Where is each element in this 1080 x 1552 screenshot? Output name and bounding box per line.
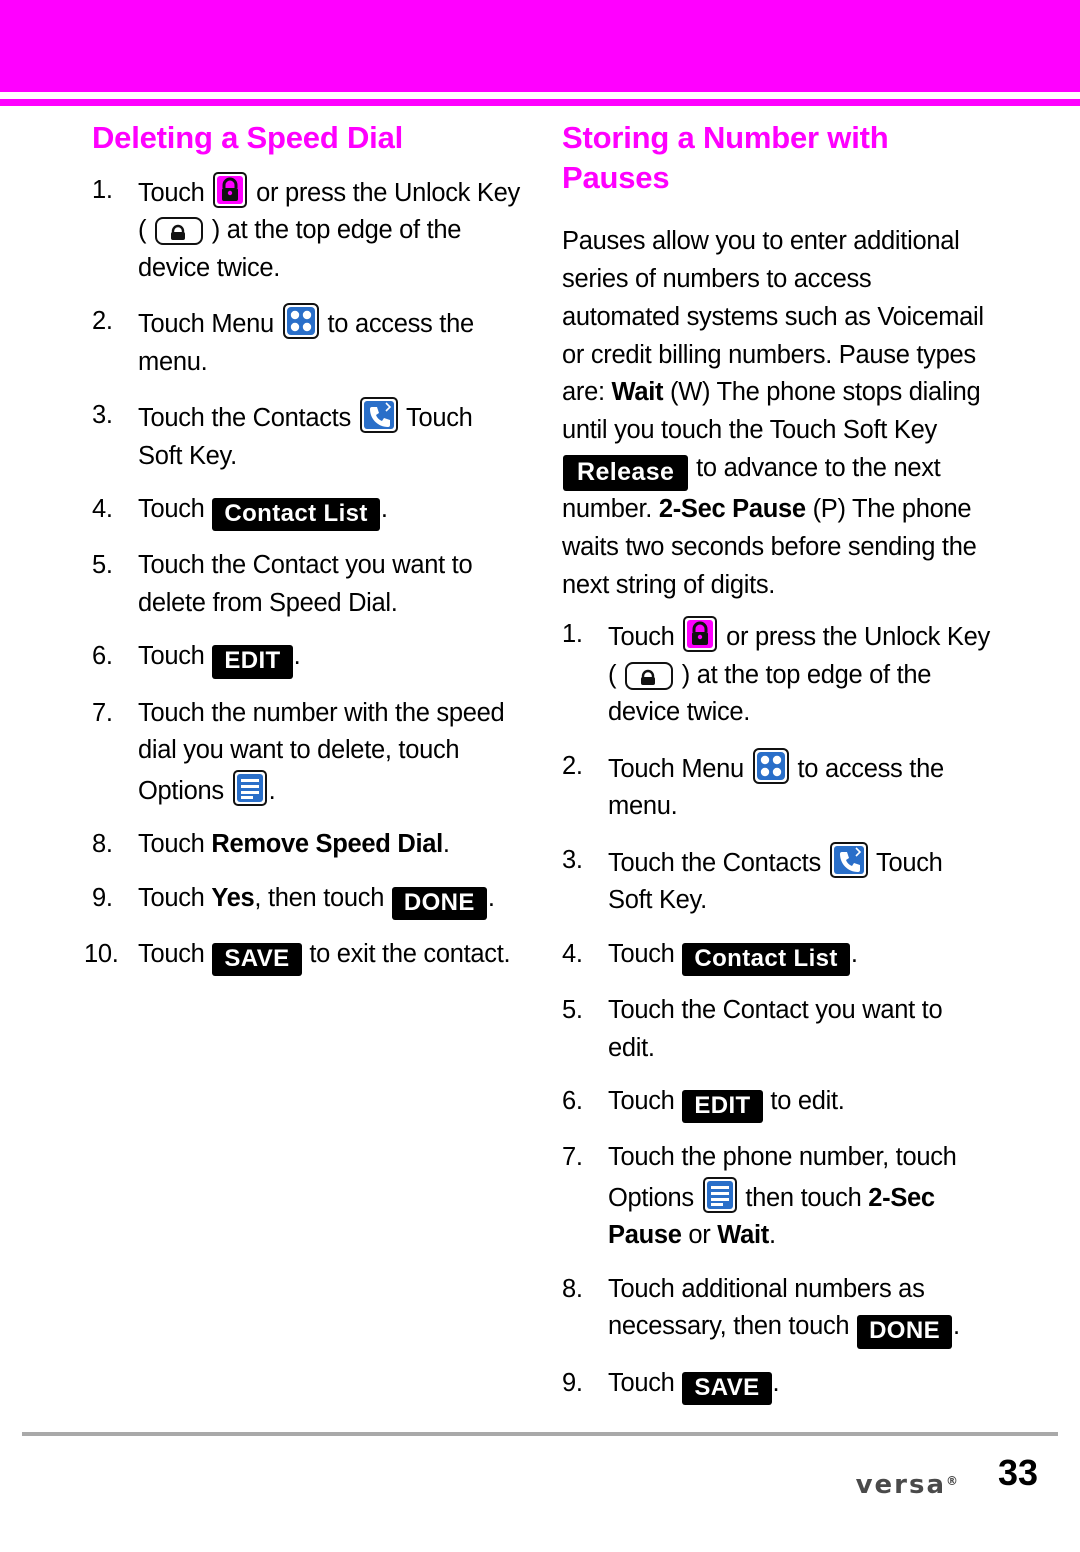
left-step-list: 1. Touch or press the Unlock Key ( ) at t…: [84, 171, 522, 977]
pauses-intro-paragraph: Pauses allow you to enter additional ser…: [562, 227, 984, 599]
lock-icon: [213, 171, 248, 208]
step-number: 5.: [92, 551, 113, 580]
step-item: 6. Touch EDIT to edit.: [562, 1083, 992, 1124]
top-accent-rule: [0, 99, 1080, 106]
soft-key-contact-list[interactable]: Contact List: [682, 942, 850, 977]
brand-logo: versa®: [856, 1470, 958, 1500]
soft-key-done[interactable]: DONE: [391, 886, 487, 920]
step-number: 2.: [562, 751, 583, 780]
emphasis-text: Wait: [717, 1221, 769, 1250]
emphasis-text: 2-Sec Pause: [658, 495, 806, 524]
page-number: 33: [997, 1452, 1038, 1493]
step-text: Touch SAVE to exit the contact.: [138, 940, 511, 977]
soft-key-edit[interactable]: EDIT: [682, 1090, 763, 1124]
step-number: 9.: [562, 1368, 583, 1397]
manual-page: Deleting a Speed Dial 1. Touch or press t…: [0, 0, 1080, 1552]
step-item: 7. Touch the number with the speed dial y…: [92, 695, 522, 810]
emphasis-text: Yes: [211, 883, 255, 912]
step-text: Touch the Contact you want to delete fro…: [138, 551, 473, 617]
step-text: Touch Contact List.: [138, 495, 388, 532]
soft-key-edit[interactable]: EDIT: [212, 645, 293, 679]
step-text: Touch Contact List.: [608, 940, 858, 977]
step-number: 6.: [562, 1087, 583, 1116]
emphasis-text: Wait: [611, 378, 664, 407]
step-item: 3. Touch the Contacts Touch Soft Key.: [92, 397, 522, 475]
step-number: 6.: [92, 642, 113, 671]
step-item: 4. Touch Contact List.: [92, 491, 522, 532]
step-item: 5. Touch the Contact you want to delete f…: [92, 547, 522, 622]
step-item: 1. Touch or press the Unlock Key ( ) at t…: [92, 171, 522, 287]
step-number: 2.: [92, 307, 113, 336]
right-section-title: Storing a Number with Pauses: [562, 120, 889, 195]
step-text: Touch the Contacts Touch Soft Key.: [608, 841, 943, 914]
step-item: 8. Touch additional numbers as necessary,…: [562, 1271, 992, 1349]
lock-icon: [683, 616, 718, 653]
step-text: Touch Yes, then touch DONE.: [138, 883, 495, 920]
step-text: Touch the Contact you want to edit.: [608, 996, 943, 1062]
step-number: 8.: [562, 1274, 583, 1303]
emphasis-text: Remove Speed Dial: [211, 830, 443, 859]
unlock-key-icon: [154, 217, 203, 246]
menu-grid-icon: [752, 747, 789, 784]
step-item: 5. Touch the Contact you want to edit.: [562, 992, 992, 1067]
step-text: Touch the phone number, touch Options th…: [608, 1143, 957, 1250]
options-list-icon: [702, 1176, 737, 1213]
left-column: Deleting a Speed Dial 1. Touch or press t…: [84, 118, 522, 992]
page-footer: versa® 33: [0, 1452, 1080, 1522]
step-item: 1. Touch or press the Unlock Key ( ) at t…: [562, 616, 992, 731]
right-step-list: 1. Touch or press the Unlock Key ( ) at t…: [562, 616, 992, 1405]
step-item: 8. Touch Remove Speed Dial.: [92, 826, 522, 863]
step-item: 6. Touch EDIT.: [92, 638, 522, 679]
menu-grid-icon: [282, 303, 319, 340]
left-section-title: Deleting a Speed Dial: [92, 120, 404, 155]
step-number: 1.: [92, 175, 113, 204]
step-text: Touch EDIT to edit.: [608, 1087, 845, 1124]
step-number: 1.: [562, 620, 583, 649]
footer-divider: [22, 1432, 1058, 1436]
step-number: 3.: [562, 845, 583, 874]
step-item: 4. Touch Contact List.: [562, 936, 992, 977]
step-item: 9. Touch Yes, then touch DONE.: [92, 880, 522, 920]
soft-key-release[interactable]: Release: [563, 454, 689, 492]
step-number: 3.: [92, 401, 113, 430]
top-accent-band: [0, 0, 1080, 92]
step-text: Touch Menu to access the menu.: [138, 303, 474, 376]
step-item: 9. Touch SAVE.: [562, 1365, 992, 1405]
soft-key-save[interactable]: SAVE: [212, 942, 302, 977]
step-text: Touch Remove Speed Dial.: [138, 830, 450, 859]
soft-key-done[interactable]: DONE: [857, 1315, 953, 1349]
contacts-icon: [829, 841, 868, 878]
step-item: 3. Touch the Contacts Touch Soft Key.: [562, 841, 992, 920]
step-text: Touch the Contacts Touch Soft Key.: [138, 397, 473, 470]
contacts-icon: [359, 397, 398, 434]
step-number: 7.: [562, 1143, 583, 1172]
options-list-icon: [232, 769, 267, 806]
step-number: 8.: [92, 830, 113, 859]
step-text: Touch the number with the speed dial you…: [138, 698, 505, 806]
step-text: Touch or press the Unlock Key ( ) at the…: [138, 171, 520, 282]
step-text: Touch additional numbers as necessary, t…: [608, 1275, 960, 1349]
step-text: Touch Menu to access the menu.: [608, 747, 944, 820]
unlock-key-icon: [624, 661, 673, 690]
step-text: Touch or press the Unlock Key ( ) at the…: [608, 616, 990, 726]
soft-key-save[interactable]: SAVE: [682, 1371, 772, 1405]
step-number: 9.: [92, 883, 113, 912]
step-text: Touch EDIT.: [138, 642, 301, 679]
step-number: 10.: [84, 939, 119, 968]
soft-key-contact-list[interactable]: Contact List: [212, 498, 380, 532]
step-item: 2. Touch Menu to access the menu.: [92, 303, 522, 381]
emphasis-text: 2-Sec Pause: [608, 1183, 935, 1250]
brand-name: versa: [855, 1470, 946, 1500]
page-columns: Deleting a Speed Dial 1. Touch or press t…: [0, 118, 1080, 1405]
step-number: 7.: [92, 698, 113, 727]
brand-trademark: ®: [946, 1474, 958, 1488]
step-number: 5.: [562, 996, 583, 1025]
step-item: 7. Touch the phone number, touch Options …: [562, 1139, 992, 1254]
step-text: Touch SAVE.: [608, 1369, 780, 1405]
step-number: 4.: [92, 495, 113, 524]
step-number: 4.: [562, 939, 583, 968]
step-item: 2. Touch Menu to access the menu.: [562, 747, 992, 826]
step-item: 10. Touch SAVE to exit the contact.: [84, 936, 522, 977]
right-column: Storing a Number with Pauses Pauses allo…: [562, 118, 992, 1421]
